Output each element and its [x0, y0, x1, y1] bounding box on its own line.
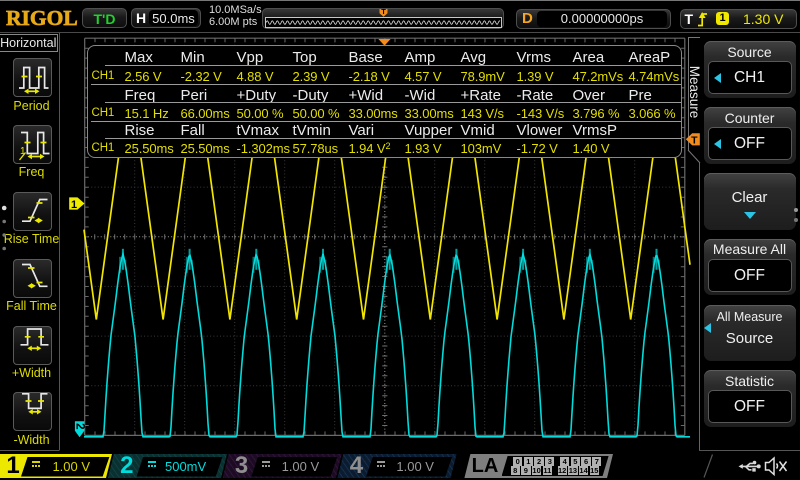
svg-text:T: T: [691, 134, 698, 146]
